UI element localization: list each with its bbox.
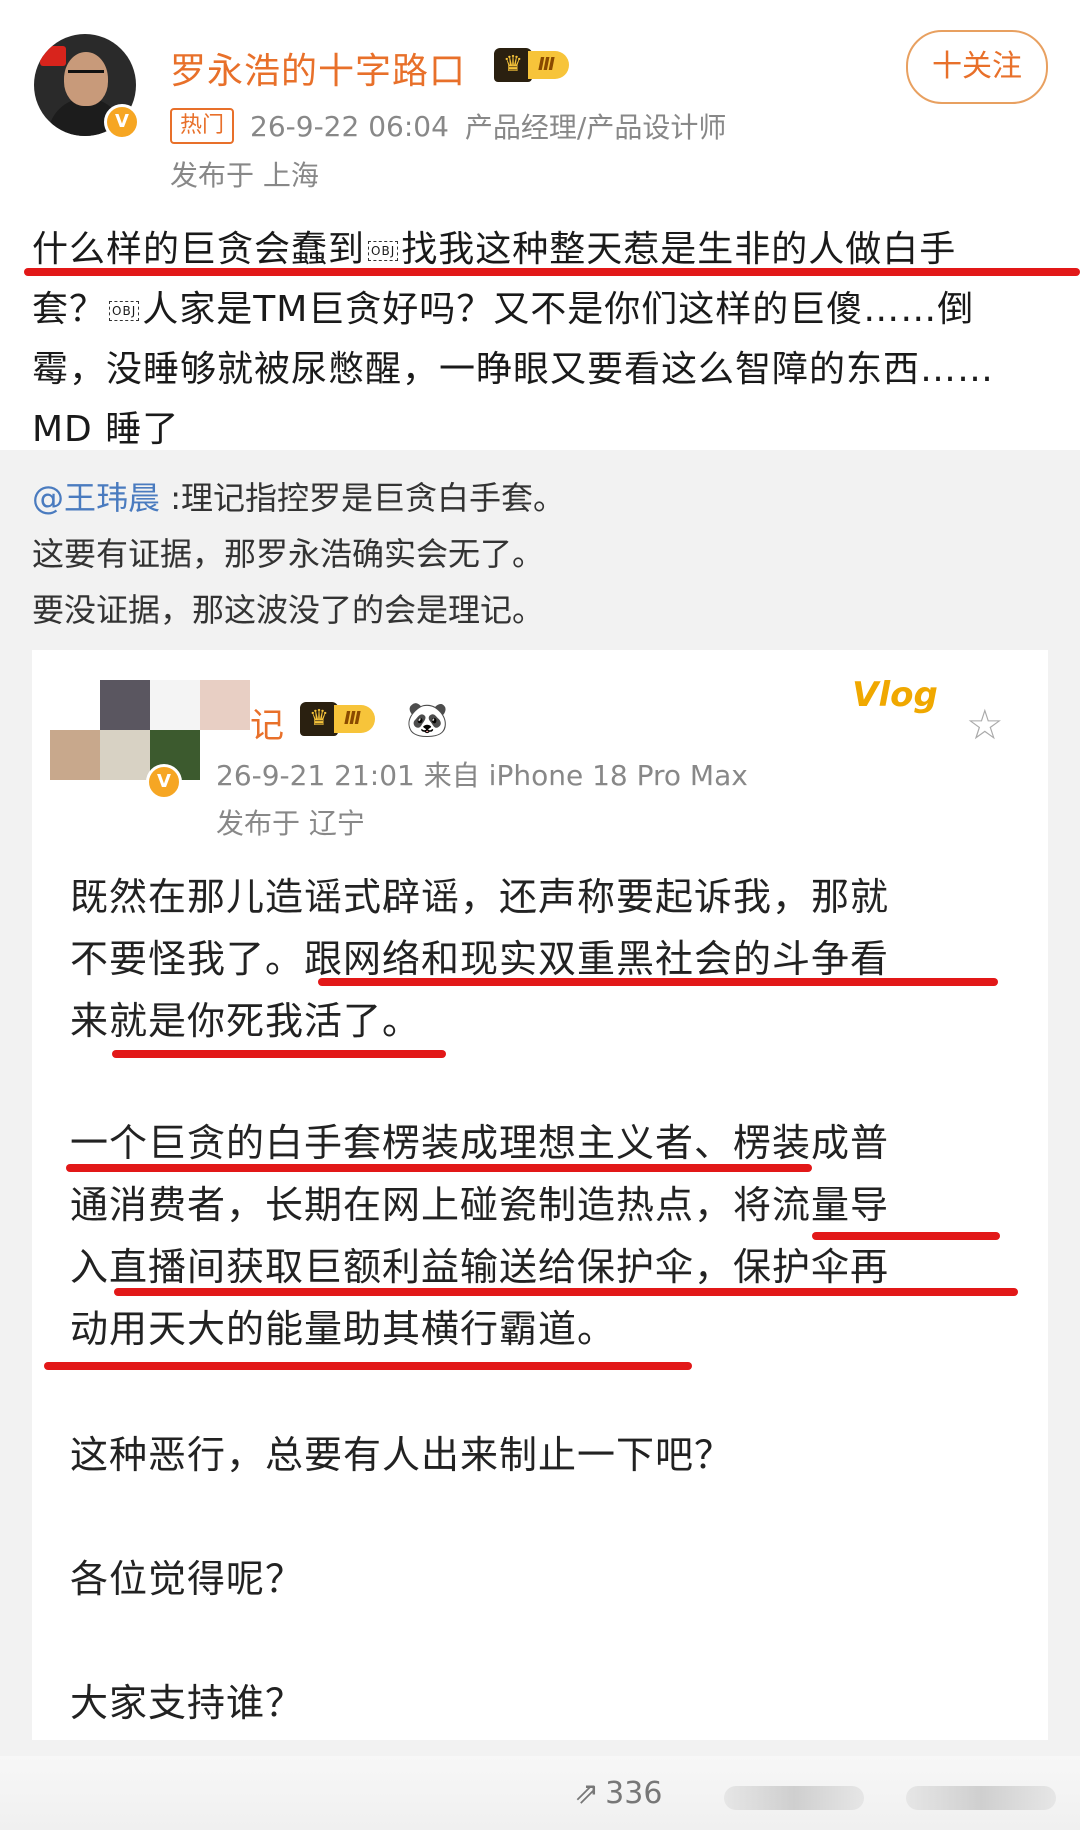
vlog-sticker: Vlog [852, 675, 938, 715]
card-location: 发布于 辽宁 [216, 807, 365, 840]
repost-body: @王玮晨 :理记指控罗是巨贪白手套。 这要有证据，那罗永浩确实会无了。 要没证据… [32, 470, 1052, 638]
post-body: 什么样的巨贪会蠢到 OBJ 找我这种整天惹是生非的人做白手 套？ OBJ 人家是TM巨贪… [32, 220, 1052, 460]
post-meta: 热门 26-9-22 06:04 产品经理/产品设计师 [170, 106, 726, 146]
avatar-glasses [68, 70, 104, 79]
username[interactable]: 罗永浩的十字路口 [170, 42, 466, 94]
repost-line-2: 这要有证据，那罗永浩确实会无了。 [32, 535, 545, 573]
panda-icon: 🐼 [406, 700, 449, 740]
post-line-2: 套？ OBJ 人家是TM巨贪好吗？又不是你们这样的巨傻……倒 [32, 289, 975, 330]
avatar-face [64, 52, 108, 106]
card-line: 通消费者，长期在网上碰瓷制造热点，将流量导 [70, 1183, 890, 1227]
verified-badge-icon: V [104, 104, 140, 140]
mention-link[interactable]: @王玮晨 [32, 479, 160, 517]
card-timestamp: 26-9-21 21:01 来自 iPhone 18 Pro Max [216, 759, 748, 792]
obj-placeholder-icon: OBJ [368, 241, 399, 261]
repost-line-3: 要没证据，那这波没了的会是理记。 [32, 591, 545, 629]
obj-placeholder-icon: OBJ [109, 301, 140, 321]
repost-line-1: @王玮晨 :理记指控罗是巨贪白手套。 [32, 479, 565, 517]
avatar-logo-patch [40, 46, 66, 66]
red-underline [318, 978, 998, 986]
card-paragraph-5: 大家支持谁？ [70, 1681, 305, 1725]
card-username: 记 [250, 706, 284, 746]
verified-badge-icon: V [146, 764, 182, 800]
level-badge: Ⅲ [528, 51, 570, 79]
share-button[interactable]: ⇗ 336 [574, 1776, 662, 1811]
user-role: 产品经理/产品设计师 [464, 111, 727, 144]
card-line: 来就是你死我活了。 [70, 999, 422, 1043]
card-paragraph-4: 各位觉得呢？ [70, 1557, 305, 1601]
post-line-3: 霉，没睡够就被尿憋醒，一睁眼又要看这么智障的东西…… [32, 349, 995, 390]
crown-level-icon: ♛ Ⅲ [300, 702, 398, 736]
follow-button[interactable]: 十关注 [906, 30, 1048, 104]
red-underline [114, 1288, 1018, 1296]
card-line: 动用天大的能量助其横行霸道。 [70, 1307, 617, 1351]
pixelated-name-block [200, 680, 250, 730]
hot-tag[interactable]: 热门 [170, 108, 235, 144]
card-line: 既然在那儿造谣式辟谣，还声称要起诉我，那就 [70, 875, 890, 919]
card-paragraph-3: 这种恶行，总要有人出来制止一下吧？ [70, 1433, 734, 1477]
red-underline [44, 1362, 692, 1370]
star-icon[interactable]: ☆ [966, 700, 1004, 749]
blurred-action[interactable] [724, 1786, 864, 1810]
crown-level-icon: ♛ Ⅲ [494, 48, 592, 82]
red-underline [66, 1164, 812, 1172]
post-location: 发布于 上海 [170, 159, 319, 192]
pixelated-avatar [50, 680, 200, 780]
crown-icon: ♛ [494, 48, 532, 82]
red-underline [112, 1050, 446, 1058]
level-badge: Ⅲ [334, 705, 376, 733]
share-count: 336 [605, 1776, 663, 1811]
red-underline [812, 1232, 1000, 1240]
share-icon: ⇗ [574, 1776, 600, 1811]
red-underline [24, 268, 1080, 276]
card-paragraph-1: 既然在那儿造谣式辟谣，还声称要起诉我，那就 不要怪我了。跟网络和现实双重黑社会的… [70, 866, 1020, 1052]
crown-icon: ♛ [300, 702, 338, 736]
post-timestamp: 26-9-22 06:04 [250, 109, 449, 143]
blurred-action[interactable] [906, 1786, 1056, 1810]
